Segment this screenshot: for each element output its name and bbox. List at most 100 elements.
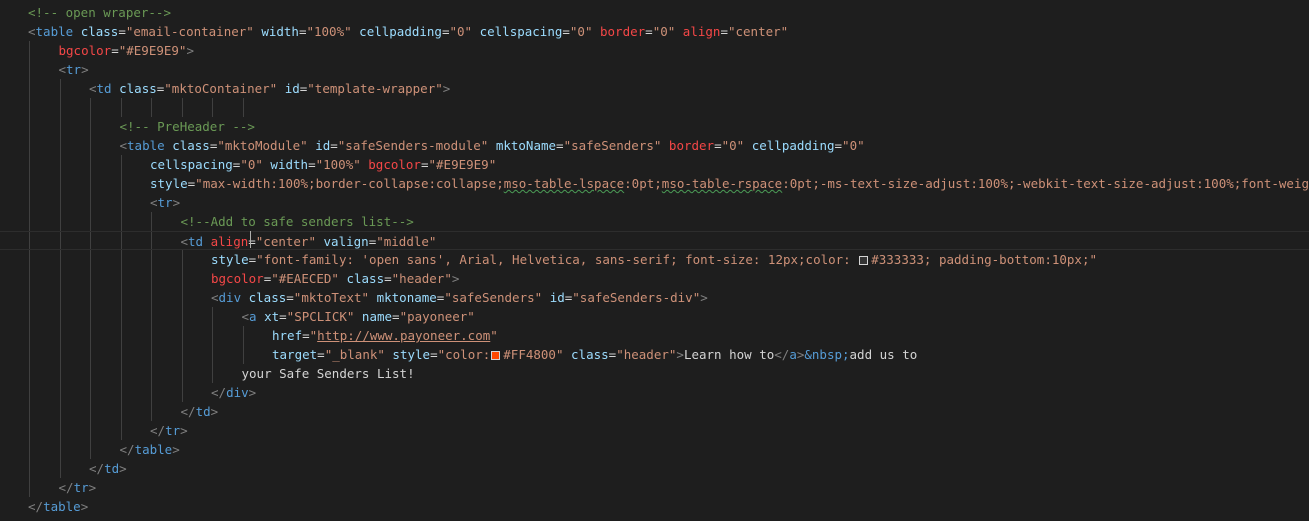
code-token: style: [384, 347, 431, 362]
code-line[interactable]: </div>: [0, 383, 1309, 402]
color-swatch-icon[interactable]: [491, 351, 501, 360]
code-token: style: [211, 252, 249, 267]
code-token: id: [542, 290, 565, 305]
code-line-content: style="font-family: 'open sans', Arial, …: [211, 250, 1097, 269]
code-token: "font-family: 'open sans', Arial, Helvet…: [256, 252, 859, 267]
code-token: "safeSenders-div": [572, 290, 701, 305]
code-line[interactable]: style="max-width:100%;border-collapse:co…: [0, 174, 1309, 193]
code-token: >: [88, 480, 97, 495]
code-token: div: [226, 385, 249, 400]
code-line[interactable]: <td align="center" valign="middle": [0, 231, 1309, 250]
code-line[interactable]: <tr>: [0, 60, 1309, 79]
code-line[interactable]: <tr>: [0, 193, 1309, 212]
code-line-content: bgcolor="#EAECED" class="header">: [211, 269, 459, 288]
code-line[interactable]: style="font-family: 'open sans', Arial, …: [0, 250, 1309, 269]
code-token: :0pt;-ms-text-size-adjust:100%;-webkit-t…: [782, 176, 1309, 191]
code-token: tr: [73, 480, 89, 495]
code-line[interactable]: <!-- PreHeader -->: [0, 117, 1309, 136]
code-line[interactable]: cellspacing="0" width="100%" bgcolor="#E…: [0, 155, 1309, 174]
code-token: =: [286, 290, 294, 305]
code-token: </: [58, 480, 74, 495]
code-line[interactable]: </tr>: [0, 421, 1309, 440]
code-token: =: [834, 138, 843, 153]
code-line[interactable]: <div class="mktoText" mktoname="safeSend…: [0, 288, 1309, 307]
code-token: "0": [842, 138, 865, 153]
code-token: href: [272, 328, 303, 343]
code-line[interactable]: <a xt="SPCLICK" name="payoneer": [0, 307, 1309, 326]
code-token: id: [307, 138, 331, 153]
code-token: tr: [165, 423, 181, 438]
code-token: >: [172, 195, 181, 210]
code-token: width: [253, 24, 299, 39]
code-token: "center": [255, 234, 316, 249]
code-token: >: [180, 423, 188, 438]
code-line[interactable]: <!--Add to safe senders list-->: [0, 212, 1309, 231]
code-token: your Safe Senders List!: [241, 366, 415, 381]
code-line-content: target="_blank" style="color: #FF4800" cl…: [272, 345, 917, 364]
code-token: valign: [316, 234, 369, 249]
code-token: "SPCLICK": [286, 309, 355, 324]
code-token: a: [249, 309, 257, 324]
code-line[interactable]: </table>: [0, 497, 1309, 516]
code-line[interactable]: bgcolor="#E9E9E9">: [0, 41, 1309, 60]
code-line[interactable]: bgcolor="#EAECED" class="header">: [0, 269, 1309, 288]
code-token: "safeSenders-module": [337, 138, 489, 153]
code-token: mso-table-rspace: [661, 176, 783, 191]
code-token: <: [180, 234, 189, 249]
code-token: class: [563, 347, 609, 362]
code-token: cellpadding: [351, 24, 442, 39]
code-line[interactable]: <table class="mktoModule" id="safeSender…: [0, 136, 1309, 155]
code-token: =: [720, 24, 728, 39]
code-token: <: [211, 290, 219, 305]
code-token: =: [279, 309, 287, 324]
code-token: </: [28, 499, 44, 514]
code-token: table: [127, 138, 165, 153]
code-line-content: </table>: [28, 497, 88, 516]
code-line-content: <!-- open wraper-->: [28, 3, 171, 22]
code-line-content: href="http://www.payoneer.com": [272, 326, 498, 345]
code-token: >: [451, 271, 460, 286]
code-token: #333333; padding-bottom:10px;": [871, 252, 1098, 267]
code-token: bgcolor: [58, 43, 112, 58]
code-line[interactable]: your Safe Senders List!: [0, 364, 1309, 383]
code-token: =: [430, 347, 438, 362]
code-token: class: [164, 138, 210, 153]
code-token: "email-container": [125, 24, 254, 39]
code-token: >: [700, 290, 708, 305]
code-line[interactable]: target="_blank" style="color: #FF4800" cl…: [0, 345, 1309, 364]
code-line[interactable]: href="http://www.payoneer.com": [0, 326, 1309, 345]
code-line[interactable]: </td>: [0, 402, 1309, 421]
code-token: #FF4800": [503, 347, 564, 362]
color-swatch-icon[interactable]: [859, 256, 869, 265]
code-token: <!--Add to safe senders list-->: [180, 214, 414, 229]
code-token: <: [58, 62, 67, 77]
code-editor[interactable]: <!-- open wraper--> <table class="email-c…: [0, 0, 1309, 521]
code-line[interactable]: <!-- open wraper-->: [0, 3, 1309, 22]
code-line-content: your Safe Senders List!: [242, 364, 415, 383]
code-token: =: [111, 43, 119, 58]
code-line-content: <td align="center" valign="middle": [181, 232, 437, 251]
code-token: >: [676, 347, 684, 362]
code-token: mktoname: [369, 290, 437, 305]
code-line[interactable]: </td>: [0, 459, 1309, 478]
code-line[interactable]: <td class="mktoContainer" id="template-w…: [0, 79, 1309, 98]
code-token: "mktoText": [293, 290, 370, 305]
code-line-content: style="max-width:100%;border-collapse:co…: [150, 174, 1309, 193]
code-token: id: [277, 81, 300, 96]
code-line-content: <a xt="SPCLICK" name="payoneer": [242, 307, 475, 326]
code-token: "header": [391, 271, 452, 286]
code-token: >: [186, 43, 194, 58]
code-token: <: [241, 309, 250, 324]
code-token: =: [118, 24, 126, 39]
code-line[interactable]: <table class="email-container" width="10…: [0, 22, 1309, 41]
code-token: table: [134, 442, 173, 457]
code-line[interactable]: </tr>: [0, 478, 1309, 497]
code-token: =: [420, 157, 429, 172]
code-line[interactable]: [0, 98, 1309, 117]
code-line[interactable]: </table>: [0, 440, 1309, 459]
code-token: Learn how to: [683, 347, 775, 362]
code-token: </: [211, 385, 227, 400]
code-token: mktoName: [488, 138, 557, 153]
code-token: tr: [66, 62, 82, 77]
code-token: "middle": [376, 234, 437, 249]
